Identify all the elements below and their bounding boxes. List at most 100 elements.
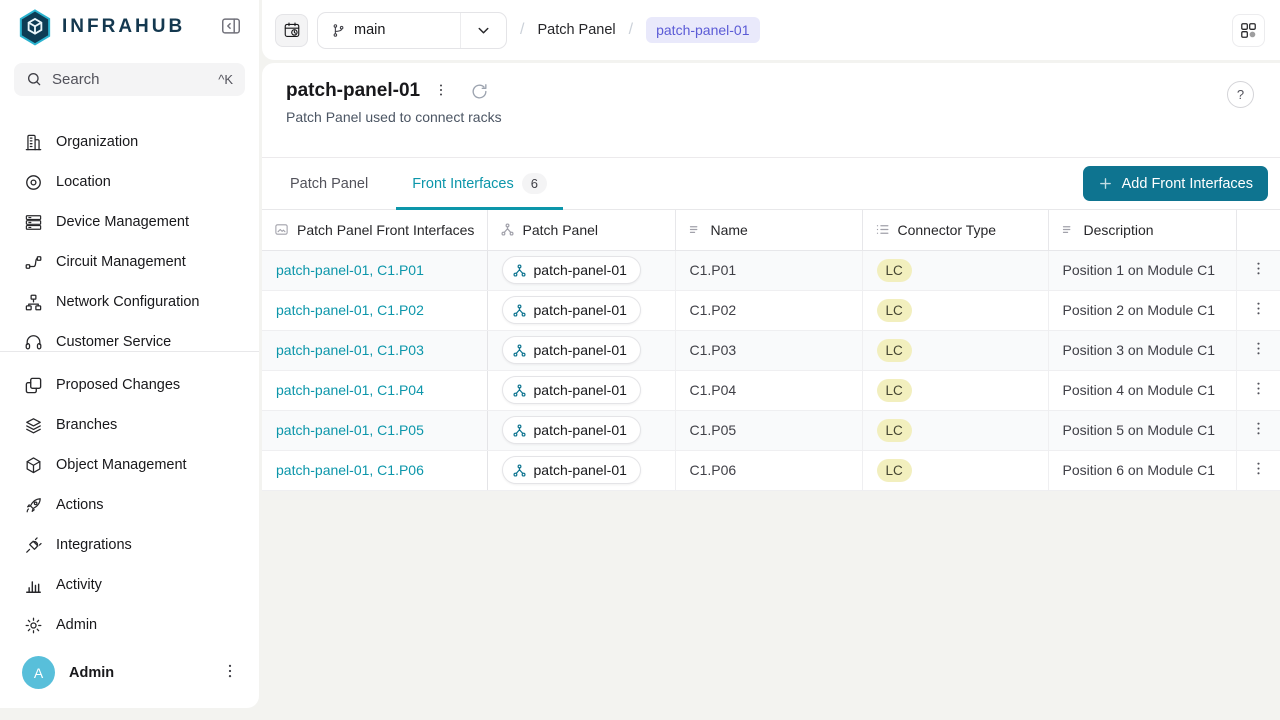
column-header-label: Connector Type — [898, 222, 997, 238]
patch-panel-pill[interactable]: patch-panel-01 — [502, 456, 641, 484]
name-cell: C1.P04 — [675, 370, 862, 410]
sidebar-item-label: Integrations — [56, 537, 132, 553]
row-actions-button[interactable] — [1246, 458, 1270, 482]
building-icon — [24, 133, 43, 152]
refresh-icon — [470, 82, 489, 101]
sidebar-item-actions[interactable]: Actions — [0, 485, 259, 525]
sidebar-item-organization[interactable]: Organization — [0, 122, 259, 162]
logo-row: INFRAHUB — [0, 0, 259, 55]
patch-panel-pill-label: patch-panel-01 — [534, 262, 627, 278]
interface-link[interactable]: patch-panel-01, C1.P05 — [276, 422, 424, 438]
row-actions-button[interactable] — [1246, 378, 1270, 402]
refresh-button[interactable] — [470, 82, 489, 101]
sidebar-item-label: Proposed Changes — [56, 377, 180, 393]
interface-link[interactable]: patch-panel-01, C1.P03 — [276, 342, 424, 358]
patch-panel-pill[interactable]: patch-panel-01 — [502, 256, 641, 284]
patch-panel-pill[interactable]: patch-panel-01 — [502, 416, 641, 444]
copy-icon — [24, 376, 43, 395]
patch-panel-pill-label: patch-panel-01 — [534, 422, 627, 438]
sidebar-item-customer-service[interactable]: Customer Service — [0, 322, 259, 351]
topbar: main / Patch Panel / patch-panel-01 — [262, 0, 1280, 60]
page-header: patch-panel-01 Patch Panel used to conne… — [262, 63, 1280, 158]
hierarchy-icon — [500, 222, 515, 237]
sidebar-collapse-button[interactable] — [219, 15, 243, 39]
table-row: patch-panel-01, C1.P02patch-panel-01C1.P… — [262, 290, 1280, 330]
sidebar-item-admin[interactable]: Admin — [0, 605, 259, 645]
tab-count-badge: 6 — [522, 173, 547, 194]
page-subtitle: Patch Panel used to connect racks — [286, 109, 1256, 125]
add-front-interfaces-button[interactable]: Add Front Interfaces — [1083, 166, 1268, 201]
table-row: patch-panel-01, C1.P06 patch-panel-01 C1.P… — [262, 450, 1280, 490]
row-actions-button[interactable] — [1246, 298, 1270, 322]
name-cell: C1.P06 — [675, 450, 862, 490]
search-input[interactable]: Search ^K — [14, 63, 245, 96]
tab-label: Patch Panel — [290, 176, 368, 192]
table-row: patch-panel-01, C1.P01patch-panel-01C1.P… — [262, 250, 1280, 290]
list-icon — [875, 222, 890, 237]
sidebar-item-label: Branches — [56, 417, 117, 433]
patch-panel-pill[interactable]: patch-panel-01 — [502, 376, 641, 404]
plus-icon — [1098, 176, 1113, 191]
description-cell: Position 6 on Module C1 — [1048, 450, 1236, 490]
sidebar-item-label: Customer Service — [56, 334, 171, 350]
breadcrumb-separator: / — [625, 21, 637, 39]
column-header-name[interactable]: Name — [675, 210, 862, 250]
column-header-connector-type[interactable]: Connector Type — [862, 210, 1048, 250]
sidebar-item-label: Organization — [56, 134, 138, 150]
branch-selector-value[interactable]: main — [318, 22, 460, 38]
breadcrumb-section[interactable]: Patch Panel — [537, 22, 615, 38]
search-icon — [26, 71, 42, 87]
user-menu-button[interactable] — [219, 662, 241, 684]
sidebar-item-circuit-management[interactable]: Circuit Management — [0, 242, 259, 282]
patch-panel-pill-label: patch-panel-01 — [534, 302, 627, 318]
column-header-label: Name — [711, 222, 748, 238]
patch-panel-pill[interactable]: patch-panel-01 — [502, 296, 641, 324]
column-header-patch-panel-front-interfaces[interactable]: Patch Panel Front Interfaces — [262, 210, 487, 250]
sidebar-item-integrations[interactable]: Integrations — [0, 525, 259, 565]
interface-link[interactable]: patch-panel-01, C1.P04 — [276, 382, 424, 398]
connector-type-badge: LC — [877, 259, 912, 282]
tab-front-interfaces[interactable]: Front Interfaces 6 — [396, 158, 563, 209]
dots-vertical-icon — [221, 662, 239, 680]
page-card: patch-panel-01 Patch Panel used to conne… — [262, 63, 1280, 491]
sidebar-item-network-configuration[interactable]: Network Configuration — [0, 282, 259, 322]
column-header-actions — [1236, 210, 1280, 250]
sidebar-item-object-management[interactable]: Object Management — [0, 445, 259, 485]
branch-selector[interactable]: main — [317, 12, 507, 49]
connector-type-badge: LC — [877, 299, 912, 322]
sidebar-item-branches[interactable]: Branches — [0, 405, 259, 445]
patch-panel-pill[interactable]: patch-panel-01 — [502, 336, 641, 364]
interface-link[interactable]: patch-panel-01, C1.P06 — [276, 462, 424, 478]
calendar-clock-icon — [283, 21, 301, 39]
sidebar: INFRAHUB Search ^K Organization LocationD… — [0, 0, 259, 708]
branch-selector-toggle[interactable] — [461, 22, 506, 39]
dots-vertical-icon — [1250, 260, 1267, 277]
breadcrumb-current[interactable]: patch-panel-01 — [646, 17, 759, 43]
help-button[interactable]: ? — [1227, 81, 1254, 108]
row-actions-button[interactable] — [1246, 338, 1270, 362]
plug-icon — [24, 536, 43, 555]
hierarchy-icon — [512, 303, 527, 318]
column-header-patch-panel[interactable]: Patch Panel — [487, 210, 675, 250]
object-menu-button[interactable] — [432, 82, 450, 100]
description-cell: Position 1 on Module C1 — [1048, 250, 1236, 290]
sidebar-item-device-management[interactable]: Device Management — [0, 202, 259, 242]
column-header-label: Description — [1084, 222, 1154, 238]
sidebar-item-label: Object Management — [56, 457, 187, 473]
card-icon — [274, 222, 289, 237]
row-actions-button[interactable] — [1246, 258, 1270, 282]
description-cell: Position 4 on Module C1 — [1048, 370, 1236, 410]
description-cell: Position 3 on Module C1 — [1048, 330, 1236, 370]
column-header-description[interactable]: Description — [1048, 210, 1236, 250]
sidebar-item-location[interactable]: Location — [0, 162, 259, 202]
interface-link[interactable]: patch-panel-01, C1.P02 — [276, 302, 424, 318]
tab-patch-panel[interactable]: Patch Panel — [274, 158, 384, 209]
sidebar-item-activity[interactable]: Activity — [0, 565, 259, 605]
interface-link[interactable]: patch-panel-01, C1.P01 — [276, 262, 424, 278]
schema-grid-icon — [1239, 21, 1258, 40]
time-travel-button[interactable] — [275, 14, 308, 47]
sidebar-item-proposed-changes[interactable]: Proposed Changes — [0, 365, 259, 405]
row-actions-button[interactable] — [1246, 418, 1270, 442]
schema-visualizer-button[interactable] — [1232, 14, 1265, 47]
tab-label: Front Interfaces — [412, 176, 514, 192]
